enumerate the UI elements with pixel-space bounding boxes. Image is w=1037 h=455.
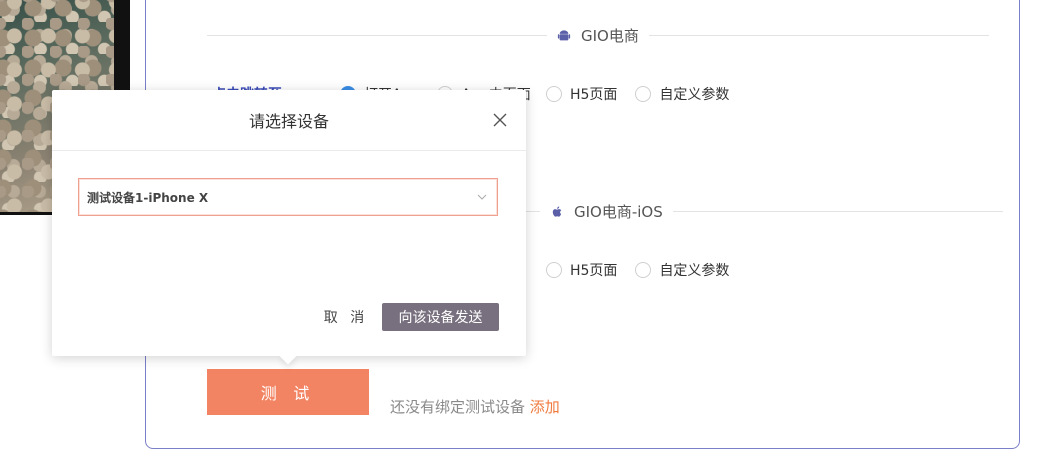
divider-line [672, 211, 1003, 212]
radio-h5-page[interactable]: H5页面 [546, 260, 617, 280]
android-section-header: GIO电商 [207, 25, 989, 46]
radio-label: H5页面 [570, 263, 618, 279]
radio-button[interactable] [635, 86, 652, 102]
close-icon[interactable] [492, 112, 508, 128]
dialog-header: 请选择设备 [52, 90, 526, 151]
test-button[interactable]: 测 试 [207, 369, 369, 415]
radio-button[interactable] [635, 262, 652, 278]
radio-button[interactable] [546, 86, 562, 102]
select-device-dialog: 请选择设备 测试设备1-iPhone X 取 消 向该设备发送 [52, 90, 526, 356]
android-app-name: GIO电商 [581, 27, 639, 45]
radio-label: 自定义参数 [659, 263, 730, 279]
divider-line [648, 35, 989, 36]
divider-line [207, 35, 547, 36]
ios-action-radio-group: H5页面 自定义参数 [546, 260, 747, 280]
cancel-button[interactable]: 取 消 [318, 303, 374, 331]
bind-device-hint: 还没有绑定测试设备 添加 [390, 396, 560, 417]
radio-label: H5页面 [570, 87, 618, 103]
chevron-down-icon [477, 194, 487, 200]
selected-device: 测试设备1-iPhone X [87, 190, 209, 205]
android-action-radio-group-right: H5页面 自定义参数 [546, 84, 747, 104]
add-device-link[interactable]: 添加 [530, 398, 560, 416]
radio-custom-params[interactable]: 自定义参数 [635, 260, 729, 280]
radio-label: 自定义参数 [659, 87, 730, 103]
ios-app-name: GIO电商-iOS [574, 203, 663, 221]
ios-section-header: GIO电商-iOS [510, 201, 1003, 222]
radio-h5-page[interactable]: H5页面 [546, 84, 617, 104]
android-icon [557, 29, 571, 40]
device-select[interactable]: 测试设备1-iPhone X [78, 178, 498, 216]
send-to-device-button[interactable]: 向该设备发送 [382, 303, 499, 331]
radio-custom-params[interactable]: 自定义参数 [635, 84, 729, 104]
radio-button[interactable] [546, 262, 562, 278]
apple-icon [552, 205, 562, 217]
hint-text: 还没有绑定测试设备 [390, 398, 526, 416]
dialog-title: 请选择设备 [248, 112, 329, 131]
